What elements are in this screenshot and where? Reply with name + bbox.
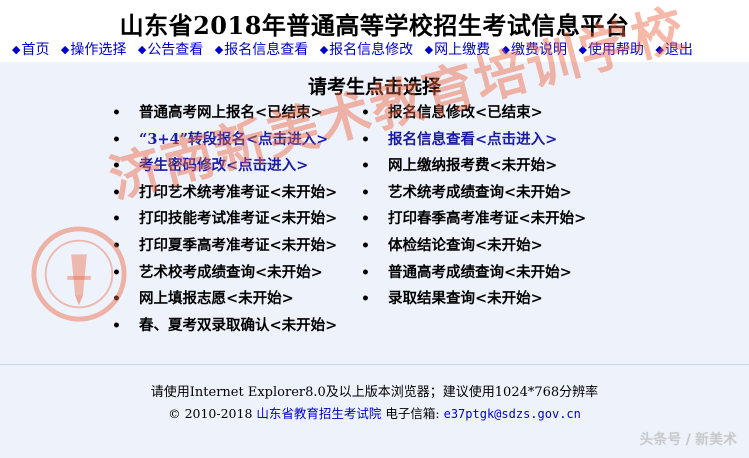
header: 山东省2018年普通高等学校招生考试信息平台 ◆首页 ◆操作选择 ◆公告查看 ◆… bbox=[0, 0, 749, 62]
menu-item[interactable]: • 打印艺术统考准考证<未开始> bbox=[112, 180, 337, 207]
bullet-icon: • bbox=[112, 237, 121, 254]
footer: 请使用Internet Explorer8.0及以上版本浏览器；建议使用1024… bbox=[0, 364, 749, 458]
diamond-icon: ◆ bbox=[655, 43, 664, 56]
menu-item-label: 普通高考成绩查询<未开始> bbox=[388, 263, 572, 281]
menu-item-label: 体检结论查询<未开始> bbox=[388, 236, 543, 254]
menu-item[interactable]: • 打印春季高考准考证<未开始> bbox=[361, 206, 586, 233]
bullet-icon: • bbox=[112, 317, 121, 334]
nav-announcements-label: 公告查看 bbox=[147, 42, 204, 58]
menu-item-label: 报名信息修改<已结束> bbox=[388, 104, 543, 121]
copyright-text: © 2010-2018 bbox=[168, 406, 253, 421]
browser-note: 请使用Internet Explorer8.0及以上版本浏览器；建议使用1024… bbox=[150, 385, 599, 400]
nav-online-payment[interactable]: ◆网上缴费 bbox=[425, 39, 490, 59]
bullet-icon: • bbox=[112, 184, 121, 201]
nav-logout[interactable]: ◆退出 bbox=[655, 39, 692, 59]
menu-item[interactable]: • 报名信息修改<已结束> bbox=[361, 100, 586, 127]
menu-item-label: 考生密码修改<点击进入> bbox=[139, 157, 309, 175]
nav-help-label: 使用帮助 bbox=[587, 42, 644, 58]
menu-item-label: “3+4”转段报名<点击进入> bbox=[139, 130, 329, 148]
bullet-icon: • bbox=[361, 105, 370, 121]
diamond-icon: ◆ bbox=[12, 43, 21, 56]
nav-help[interactable]: ◆使用帮助 bbox=[578, 39, 643, 59]
bullet-icon: • bbox=[361, 211, 370, 228]
bullet-icon: • bbox=[112, 264, 121, 281]
menu-item-label: 春、夏考双录取确认<未开始> bbox=[139, 316, 338, 334]
menu-item-label: 打印技能考试准考证<未开始> bbox=[139, 210, 338, 228]
diamond-icon: ◆ bbox=[214, 43, 224, 56]
nav-view-registration-label: 报名信息查看 bbox=[224, 42, 309, 58]
bullet-icon: • bbox=[112, 105, 121, 121]
bullet-icon: • bbox=[361, 291, 370, 308]
menu-item[interactable]: • 考生密码修改<点击进入> bbox=[112, 153, 337, 180]
menu-item-label: 打印春季高考准考证<未开始> bbox=[388, 210, 587, 228]
menu-item-label: 报名信息查看<点击进入> bbox=[388, 130, 558, 148]
nav-logout-label: 退出 bbox=[664, 42, 693, 58]
bullet-icon: • bbox=[361, 237, 370, 254]
menu-item[interactable]: • 网上缴纳报考费<未开始> bbox=[361, 153, 586, 180]
email-link[interactable]: e37ptgk@sdzs.gov.cn bbox=[444, 407, 581, 421]
nav-home[interactable]: ◆首页 bbox=[12, 39, 49, 59]
menu-item[interactable]: • 艺术校考成绩查询<未开始> bbox=[112, 260, 337, 287]
menu-item-label: 艺术统考成绩查询<未开始> bbox=[388, 183, 572, 201]
nav-edit-registration-label: 报名信息修改 bbox=[329, 42, 414, 58]
menu-item[interactable]: • 录取结果查询<未开始> bbox=[361, 286, 586, 313]
bullet-icon: • bbox=[361, 131, 370, 148]
nav-announcements[interactable]: ◆公告查看 bbox=[138, 39, 203, 59]
diamond-icon: ◆ bbox=[501, 43, 510, 56]
menu-item[interactable]: • 春、夏考双录取确认<未开始> bbox=[112, 313, 337, 340]
diamond-icon: ◆ bbox=[578, 43, 587, 56]
copyright-line: © 2010-2018 山东省教育招生考试院 电子信箱: e37ptgk@sdz… bbox=[0, 403, 749, 422]
bullet-icon: • bbox=[112, 291, 121, 308]
diamond-icon: ◆ bbox=[319, 43, 329, 56]
menu-item[interactable]: • 普通高考网上报名<已结束> bbox=[112, 100, 337, 127]
menu-item[interactable]: • 普通高考成绩查询<未开始> bbox=[361, 260, 586, 287]
nav-edit-registration[interactable]: ◆报名信息修改 bbox=[320, 39, 413, 59]
diamond-icon: ◆ bbox=[137, 43, 147, 56]
nav-payment-info-label: 缴费说明 bbox=[511, 42, 567, 58]
menu-item-label: 普通高考网上报名<已结束> bbox=[139, 104, 323, 121]
nav-operation-select-label: 操作选择 bbox=[70, 42, 127, 58]
section-title: 请考生点击选择 bbox=[307, 76, 441, 98]
menu-item[interactable]: • 艺术统考成绩查询<未开始> bbox=[361, 180, 586, 207]
bullet-icon: • bbox=[112, 131, 121, 148]
top-nav: ◆首页 ◆操作选择 ◆公告查看 ◆报名信息查看 ◆报名信息修改 ◆网上缴费 ◆缴… bbox=[12, 39, 700, 59]
email-label: 电子信箱: bbox=[385, 406, 440, 421]
menu-list-left: • 普通高考网上报名<已结束> • “3+4”转段报名<点击进入> • 考生密码修改<… bbox=[112, 100, 337, 339]
menu-item[interactable]: • 网上填报志愿<未开始> bbox=[112, 286, 337, 313]
menu-item-label: 打印艺术统考准考证<未开始> bbox=[139, 183, 338, 201]
nav-online-payment-label: 网上缴费 bbox=[434, 42, 491, 58]
menu-item[interactable]: • “3+4”转段报名<点击进入> bbox=[112, 127, 337, 154]
menu-list-right: • 报名信息修改<已结束> • 报名信息查看<点击进入> • 网上缴纳报考费<未开始>… bbox=[361, 100, 586, 313]
menu-item-label: 录取结果查询<未开始> bbox=[388, 290, 543, 308]
diamond-icon: ◆ bbox=[60, 43, 70, 56]
diamond-icon: ◆ bbox=[424, 43, 434, 56]
menu-item-label: 打印夏季高考准考证<未开始> bbox=[139, 236, 338, 254]
menu-item-label: 网上填报志愿<未开始> bbox=[139, 290, 294, 308]
nav-view-registration[interactable]: ◆报名信息查看 bbox=[215, 39, 308, 59]
bullet-icon: • bbox=[361, 158, 370, 175]
nav-payment-info[interactable]: ◆缴费说明 bbox=[502, 39, 567, 59]
page: 山东省2018年普通高等学校招生考试信息平台 ◆首页 ◆操作选择 ◆公告查看 ◆… bbox=[0, 0, 749, 458]
menu-item[interactable]: • 报名信息查看<点击进入> bbox=[361, 127, 586, 154]
bullet-icon: • bbox=[112, 158, 121, 175]
menu-item[interactable]: • 体检结论查询<未开始> bbox=[361, 233, 586, 260]
menu-item-label: 艺术校考成绩查询<未开始> bbox=[139, 263, 323, 281]
menu-item[interactable]: • 打印夏季高考准考证<未开始> bbox=[112, 233, 337, 260]
nav-operation-select[interactable]: ◆操作选择 bbox=[61, 39, 126, 59]
bullet-icon: • bbox=[361, 264, 370, 281]
menu-item-label: 网上缴纳报考费<未开始> bbox=[388, 157, 558, 175]
site-title: 山东省2018年普通高等学校招生考试信息平台 bbox=[119, 11, 630, 40]
bullet-icon: • bbox=[361, 184, 370, 201]
nav-home-label: 首页 bbox=[21, 42, 50, 58]
institute-link[interactable]: 山东省教育招生考试院 bbox=[256, 406, 381, 421]
bullet-icon: • bbox=[112, 211, 121, 228]
menu-item[interactable]: • 打印技能考试准考证<未开始> bbox=[112, 206, 337, 233]
main-content: 请考生点击选择 • 普通高考网上报名<已结束> • “3+4”转段报名<点击进入> … bbox=[0, 62, 749, 364]
